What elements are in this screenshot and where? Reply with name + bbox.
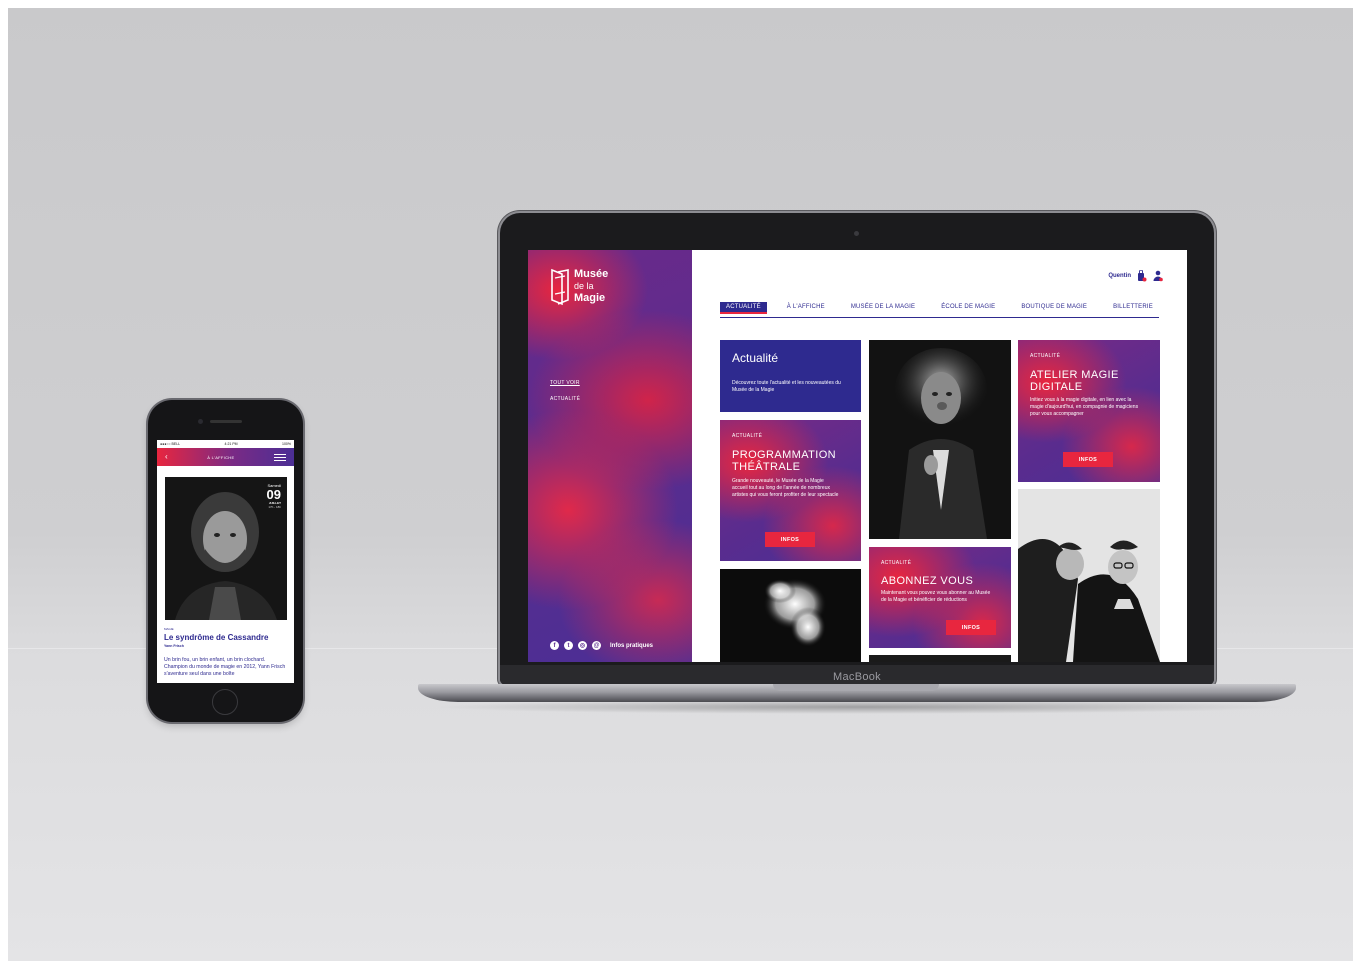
cart-icon[interactable] [1137,270,1147,282]
card-programmation-title-2: THÉÂTRALE [732,461,801,473]
card-atelier-text: Initiez vous à la magie digitale, en lie… [1030,397,1139,417]
event-photo[interactable]: Samedi 09 JUILLET 17h - 18h [165,477,287,620]
phone-home-button[interactable] [212,689,238,715]
card-atelier-infos-button[interactable]: INFOS [1063,452,1113,467]
clown-image [895,348,987,539]
event-category: MAGIE [164,627,174,631]
status-battery: 100% [282,442,291,446]
phone-status-bar: ●●●○○ BELL 4:21 PM 100% [157,440,294,448]
nav-boutique[interactable]: BOUTIQUE DE MAGIE [1015,302,1093,314]
card-programmation-infos-button[interactable]: INFOS [765,532,815,547]
card-actualite[interactable]: Actualité Découvrez toute l'actualité et… [720,340,861,412]
logo-line-2: de la [574,281,594,291]
site-main: Quentin ACTUALITÉ À L'AFFICHE MUSÉE DE L… [692,250,1187,662]
card-photo-smoke[interactable] [720,569,861,662]
status-time: 4:21 PM [224,442,238,446]
email-icon[interactable]: @ [592,641,601,650]
card-actualite-title: Actualité [732,351,779,365]
phone-speaker [210,420,242,423]
logo-mark-icon [551,268,569,306]
card-programmation-tag: ACTUALITÉ [732,433,763,439]
laptop-notch [773,684,939,691]
event-hours: 17h - 18h [268,505,281,509]
phone-header-title: À L'AFFICHE [207,454,235,460]
logo-line-3: Magie [574,292,606,304]
sidebar-links: TOUT VOIR ACTUALITÉ [550,380,580,412]
laptop: Musée de la Magie TOUT VOIR ACTUALITÉ f … [500,213,1214,685]
event-author: Yann Frisch [164,644,184,648]
twitter-icon[interactable]: t [564,641,573,650]
card-actualite-text: Découvrez toute l'actualité et les nouve… [732,380,841,393]
event-day: 09 [266,487,281,502]
phone-header: ‹ À L'AFFICHE [157,448,294,466]
hamburger-menu-icon[interactable] [273,453,286,461]
event-date: Samedi 09 JUILLET 17h - 18h [267,483,281,509]
nav-a-l-affiche[interactable]: À L'AFFICHE [781,302,831,314]
card-photo-clown[interactable] [869,340,1011,539]
card-programmation-text: Grande nouveauté, le Musée de la Magie a… [732,478,839,498]
card-atelier-title-2: DIGITALE [1030,381,1083,393]
laptop-brand: MacBook [833,671,881,683]
logo-line-1: Musée [574,268,609,280]
phone-screen: ●●●○○ BELL 4:21 PM 100% ‹ À L'AFFICHE Sa… [157,440,294,683]
card-abonnez-text: Maintenant vous pouvez vous abonner au M… [881,590,991,603]
magicians-image [1018,489,1160,662]
nav-actualite[interactable]: ACTUALITÉ [720,302,767,314]
nav-billetterie[interactable]: BILLETTERIE [1107,302,1159,314]
event-description: Un brin fou, un brin enfant, un brin clo… [164,657,286,677]
user-name[interactable]: Quentin [1108,273,1131,279]
smoke-image [763,578,827,647]
sidebar-link-actualite[interactable]: ACTUALITÉ [550,396,580,402]
logo-text: Musée de la Magie [574,268,608,304]
phone-camera [198,419,203,424]
card-programmation-title-1: PROGRAMMATION [732,449,836,461]
user-icon[interactable] [1153,270,1163,282]
facebook-icon[interactable]: f [550,641,559,650]
instagram-icon[interactable]: ◎ [578,641,587,650]
site-logo[interactable]: Musée de la Magie [550,268,608,306]
card-photo-magicians[interactable] [1018,489,1160,662]
card-atelier[interactable]: ACTUALITÉ ATELIER MAGIE DIGITALE Initiez… [1018,340,1160,482]
event-title[interactable]: Le syndrôme de Cassandre [164,633,268,642]
card-abonnez-title: ABONNEZ VOUS [881,575,974,587]
site-sidebar: Musée de la Magie TOUT VOIR ACTUALITÉ f … [528,250,692,662]
laptop-screen: Musée de la Magie TOUT VOIR ACTUALITÉ f … [528,250,1187,662]
card-programmation[interactable]: ACTUALITÉ PROGRAMMATION THÉÂTRALE Grande… [720,420,861,561]
user-area: Quentin [1108,270,1163,282]
laptop-shadow [430,700,1290,714]
mockup-scene: Musée de la Magie TOUT VOIR ACTUALITÉ f … [0,0,1361,969]
sidebar-link-tout-voir[interactable]: TOUT VOIR [550,380,580,386]
status-carrier: ●●●○○ BELL [160,442,181,446]
card-abonnez-tag: ACTUALITÉ [881,560,912,566]
laptop-chin: MacBook [500,665,1214,685]
main-nav: ACTUALITÉ À L'AFFICHE MUSÉE DE LA MAGIE … [720,302,1159,318]
back-chevron-icon[interactable]: ‹ [165,453,168,461]
card-abonnez[interactable]: ACTUALITÉ ABONNEZ VOUS Maintenant vous p… [869,547,1011,648]
nav-musee[interactable]: MUSÉE DE LA MAGIE [845,302,921,314]
laptop-camera [854,231,859,236]
card-abonnez-infos-button[interactable]: INFOS [946,620,996,635]
card-atelier-title-1: ATELIER MAGIE [1030,369,1119,381]
infos-pratiques-link[interactable]: Infos pratiques [610,643,653,649]
phone: ●●●○○ BELL 4:21 PM 100% ‹ À L'AFFICHE Sa… [148,400,303,722]
card-atelier-tag: ACTUALITÉ [1030,353,1061,359]
laptop-base [418,684,1296,702]
sidebar-footer: f t ◎ @ Infos pratiques [550,641,653,650]
card-photo-bottom[interactable] [869,655,1011,662]
nav-ecole[interactable]: ÉCOLE DE MAGIE [935,302,1001,314]
